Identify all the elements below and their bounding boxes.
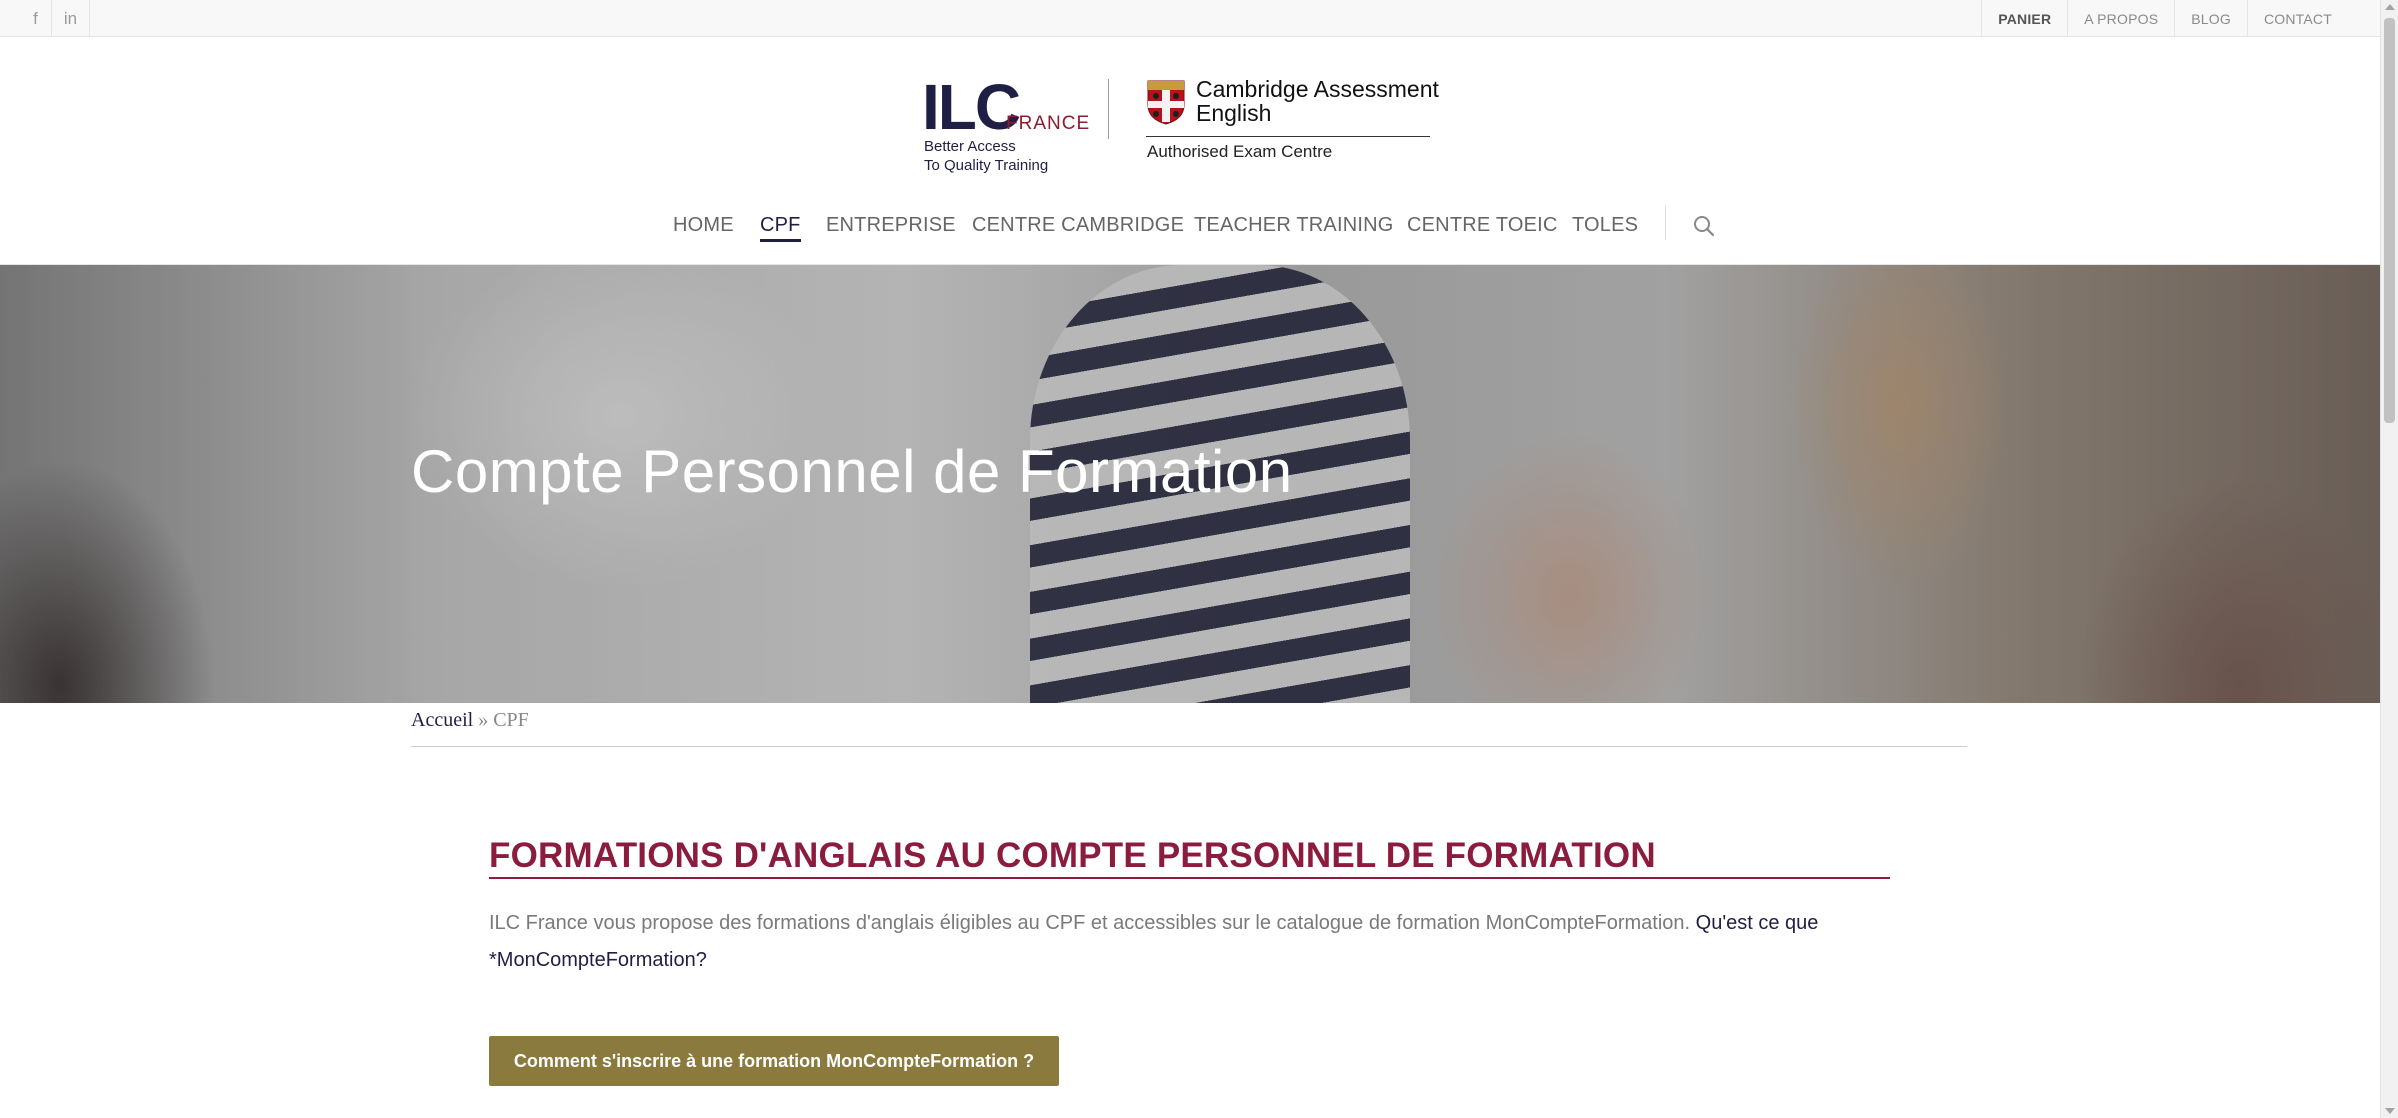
intro-text: ILC France vous propose des formations d… (489, 912, 1696, 934)
inscription-button[interactable]: Comment s'inscrire à une formation MonCo… (489, 1036, 1059, 1086)
facebook-icon[interactable]: f (20, 0, 52, 37)
authorised-exam-centre-text: Authorised Exam Centre (1147, 142, 1333, 161)
top-links: PANIER A PROPOS BLOG CONTACT (1981, 0, 2380, 37)
nav-item-cpf[interactable]: CPF (760, 212, 801, 252)
nav-item-centre-cambridge[interactable]: CENTRE CAMBRIDGE (972, 212, 1184, 252)
site-logo[interactable]: ILC FRANCE Better Access To Quality Trai… (922, 75, 1442, 185)
breadcrumb-home-link[interactable]: Accueil (411, 709, 473, 731)
scroll-up-arrow-icon[interactable] (2385, 4, 2395, 10)
search-icon[interactable] (1692, 214, 1716, 238)
main-nav: HOME CPF ENTREPRISE CENTRE CAMBRIDGE TEA… (0, 206, 2380, 252)
nav-item-toles[interactable]: TOLES (1572, 212, 1638, 252)
top-bar: f in PANIER A PROPOS BLOG CONTACT (0, 0, 2380, 37)
ilc-logo-france: FRANCE (1006, 113, 1091, 134)
ilc-logo-text: ILC (922, 71, 1021, 143)
top-link-a-propos[interactable]: A PROPOS (2067, 0, 2174, 37)
site-header: ILC FRANCE Better Access To Quality Trai… (0, 37, 2380, 265)
linkedin-icon[interactable]: in (52, 0, 90, 37)
cambridge-logo-rule (1146, 136, 1430, 137)
nav-item-centre-toeic[interactable]: CENTRE TOEIC (1407, 212, 1558, 252)
breadcrumb-separator: » (473, 709, 494, 731)
hero-banner: Compte Personnel de Formation (0, 265, 2380, 703)
nav-item-teacher-training[interactable]: TEACHER TRAINING (1194, 212, 1394, 252)
breadcrumb-current: CPF (493, 709, 529, 731)
ilc-tagline-line-2: To Quality Training (924, 157, 1049, 174)
scrollbar-thumb[interactable] (2384, 18, 2395, 423)
top-link-blog[interactable]: BLOG (2174, 0, 2247, 37)
nav-item-home[interactable]: HOME (673, 212, 734, 252)
section-title-underline (489, 877, 1890, 879)
cambridge-logo-line-2: English (1196, 100, 1272, 126)
top-link-panier[interactable]: PANIER (1981, 0, 2067, 37)
ilc-tagline-line-1: Better Access (924, 138, 1016, 155)
cambridge-logo-line-1: Cambridge Assessment (1196, 76, 1439, 102)
hero-title: Compte Personnel de Formation (411, 438, 1293, 505)
top-link-contact[interactable]: CONTACT (2246, 0, 2380, 37)
nav-divider (1665, 206, 1666, 240)
section-title: FORMATIONS D'ANGLAIS AU COMPTE PERSONNEL… (489, 836, 1656, 875)
intro-paragraph: ILC France vous propose des formations d… (489, 905, 1889, 979)
cambridge-crest-icon (1147, 80, 1185, 125)
page-scrollbar[interactable] (2380, 0, 2398, 1118)
breadcrumb: Accueil » CPF (411, 709, 529, 732)
nav-item-entreprise[interactable]: ENTREPRISE (826, 212, 956, 252)
breadcrumb-divider (411, 746, 1967, 747)
scroll-down-arrow-icon[interactable] (2385, 1108, 2395, 1114)
logo-divider (1108, 79, 1109, 139)
social-links: f in (0, 0, 90, 37)
